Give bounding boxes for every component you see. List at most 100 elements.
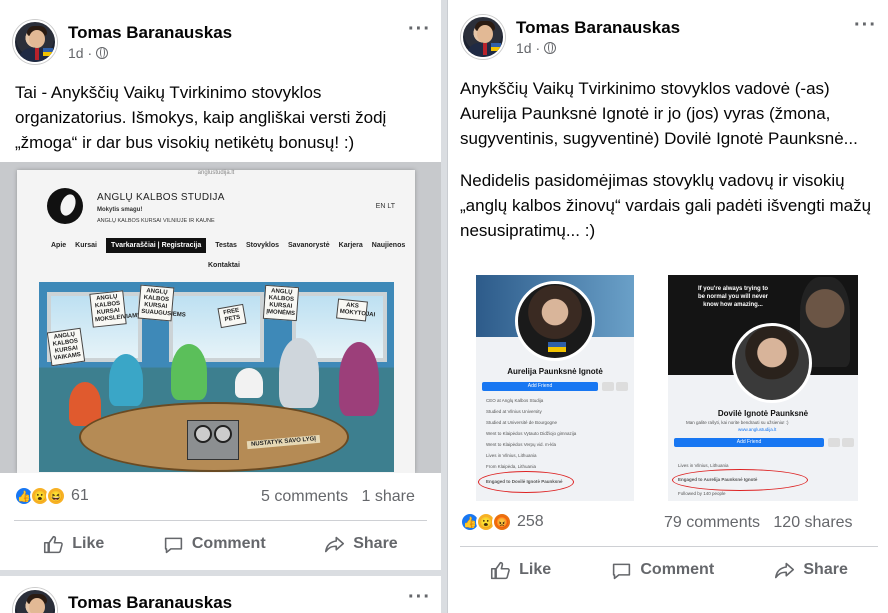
profile-name: Aurelija Paunksnė Ignotė [507,367,603,376]
brand-title: ANGLŲ KALBOS STUDIJA [97,192,225,203]
share-label: Share [353,535,398,552]
reaction-count: 258 [517,513,544,530]
highlight-circle [672,469,808,491]
menu-item: Naujienos [371,242,406,249]
next-post-header: Tomas Baranauskas [13,588,232,613]
screenshot: Tomas Baranauskas 1d · ··· Tai - Anykšči… [0,0,888,613]
profile-detail: Studied at Université de Bourgogne [486,420,558,425]
reaction-count: 61 [71,487,89,504]
comments-count[interactable]: 5 comments [261,488,348,505]
profile-detail: Lives in Vilnius, Lithuania [486,453,537,458]
avatar[interactable] [461,15,505,59]
comment-button[interactable]: Comment [611,560,714,581]
language-switch: EN LT [375,203,395,210]
profile-detail: From Klaipėda, Lithuania [486,464,537,469]
thumbs-up-icon [44,535,64,553]
comments-count[interactable]: 79 comments [664,514,760,531]
like-button[interactable]: Like [43,534,104,555]
profile-detail: Followed by 140 people [678,491,726,496]
profile-name: Dovilė Ignotė Paunksnė [717,409,809,418]
sign: ANGLŲ KALBOS KURSAI MOKSLEIVIAMS [89,290,142,328]
comment-label: Comment [191,535,266,552]
author-name[interactable]: Tomas Baranauskas [68,23,232,43]
left-post: Tomas Baranauskas 1d · ··· Tai - Anykšči… [0,0,441,613]
reactions-summary[interactable]: 👍 😮 😡 258 [460,512,544,532]
url-text: anglustudija.lt [197,170,235,176]
post-text: Tai - Anykščių Vaikų Tvirkinimo stovyklo… [15,83,387,152]
reactions-summary[interactable]: 👍 😮 😆 61 [14,486,89,506]
profile-detail: Went to Klaipėdos Verpų vid. m-kla [486,442,556,447]
comment-label: Comment [640,561,715,578]
add-friend-button: Add Friend [674,438,824,447]
globe-icon [96,47,109,59]
haha-reaction-icon: 😆 [46,486,66,506]
right-post: Tomas Baranauskas 1d · ··· Anykščių Vaik… [447,0,888,613]
brand-subtitle: ANGLŲ KALBOS KURSAI VILNIUJE IR KAUNE [97,218,215,224]
globe-icon [544,42,557,54]
profile-detail: Studied at Vilnius University [486,409,542,414]
shares-count[interactable]: 120 shares [773,514,852,531]
profile-bio: Man galite rašyti, kai norite bendrauti … [686,420,789,425]
tape-recorder [187,420,239,460]
menu-item-active: Tvarkaraščiai | Registracija [105,238,207,253]
menu-item: Apie [51,242,67,249]
post-time[interactable]: 1d · [516,40,540,56]
add-friend-button: Add Friend [482,382,598,391]
post-paragraph: Nedidelis pasidomėjimas stovyklų vadovų … [460,171,872,240]
engagement-counts: 79 comments 120 shares [664,514,853,532]
studio-logo [47,188,83,224]
profile-detail: Went to Klaipėdos Vytauto Didžiojo gimna… [486,431,577,436]
more-options-icon[interactable]: ··· [408,18,431,41]
post-image[interactable]: anglustudija.lt ANGLŲ KALBOS STUDIJA Mok… [0,162,441,473]
profile-link: www.anglustudija.lt [738,427,777,432]
menu-item: Kontaktai [208,262,240,269]
profile-photo [732,323,812,403]
site-menu: Apie Kursai Tvarkaraščiai | Registracija… [51,238,405,253]
sign: AKS MOKYTOJAI [336,298,375,322]
profile-detail: Lives in Vilnius, Lithuania [678,463,729,468]
angry-reaction-icon: 😡 [492,512,512,532]
menu-item: Testas [215,242,237,249]
author-name[interactable]: Tomas Baranauskas [68,593,232,613]
like-label: Like [519,561,552,578]
share-button[interactable]: Share [324,534,398,555]
brand-tagline: Mokytis smagu! [97,207,143,213]
menu-item: Savanorystė [288,242,330,249]
share-icon [775,562,795,578]
cover-quote: If you're always trying to be normal you… [697,286,769,308]
post-time[interactable]: 1d · [68,45,92,61]
avatar[interactable] [13,588,57,613]
sign: ANGLŲ KALBOS KURSAI ĮMONĖMS [262,284,300,322]
profile-detail: CEO at Anglų Kalbos Studija [486,398,544,403]
divider [14,520,427,521]
post-header: Tomas Baranauskas 1d · [461,15,680,59]
like-button[interactable]: Like [490,560,551,581]
profile-card-aurelija: Aurelija Paunksnė Ignotė Add Friend CEO … [476,275,634,501]
shares-count[interactable]: 1 share [361,488,414,505]
action-bar: Like Comment Share [14,531,427,557]
profile-photo [515,281,595,361]
avatar[interactable] [13,20,57,64]
share-icon [325,536,345,552]
share-label: Share [803,561,848,578]
share-button[interactable]: Share [774,560,848,581]
comment-icon [613,563,631,579]
post-paragraph: Anykščių Vaikų Tvirkinimo stovyklos vado… [460,79,858,148]
highlight-circle [478,471,574,493]
menu-item: Karjera [338,242,363,249]
post-header: Tomas Baranauskas 1d · [13,20,232,64]
menu-item: Stovyklos [245,242,280,249]
engagement-counts: 5 comments 1 share [261,488,415,506]
like-label: Like [72,535,105,552]
menu-item: Kursai [75,242,97,249]
action-bar: Like Comment Share [460,557,878,583]
comment-icon [164,537,183,553]
post-image[interactable]: Aurelija Paunksnė Ignotė Add Friend CEO … [448,275,888,501]
more-options-icon[interactable]: ··· [408,586,431,609]
post-text: Anykščių Vaikų Tvirkinimo stovyklos vado… [460,76,878,260]
author-name[interactable]: Tomas Baranauskas [516,18,680,38]
divider [460,546,878,547]
thumbs-up-icon [491,561,510,579]
comment-button[interactable]: Comment [163,534,266,555]
more-options-icon[interactable]: ··· [854,14,877,37]
